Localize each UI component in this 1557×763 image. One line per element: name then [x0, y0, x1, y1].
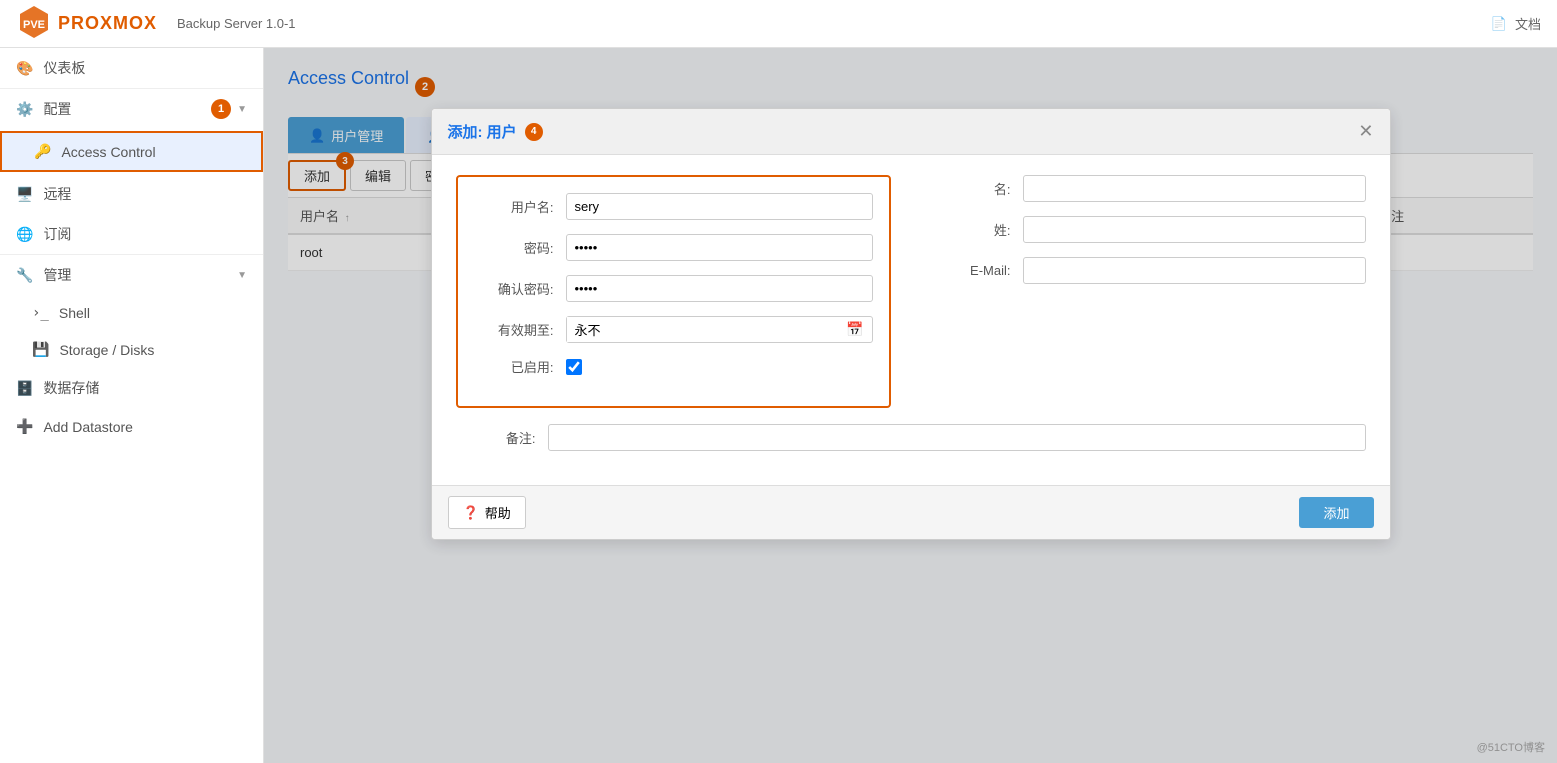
sidebar-label-subscription: 订阅: [43, 224, 71, 244]
note-input[interactable]: [548, 424, 1366, 451]
dialog-footer: ❓ 帮助 添加: [432, 485, 1390, 539]
sidebar-item-shell[interactable]: ›_ Shell: [0, 295, 263, 331]
sidebar-item-access-control[interactable]: 🔑 Access Control: [0, 131, 263, 172]
svg-text:PVE: PVE: [23, 19, 45, 31]
sidebar-label-remote: 远程: [43, 184, 71, 204]
form-row-enabled: 已启用:: [474, 357, 873, 376]
expire-label: 有效期至:: [474, 320, 554, 339]
help-button[interactable]: ❓ 帮助: [448, 496, 526, 529]
storage-icon: 💾: [32, 341, 49, 358]
logo-text: PROXMOX: [58, 13, 157, 34]
config-chevron: ▼: [237, 104, 247, 115]
email-label: E-Mail:: [931, 263, 1011, 278]
config-badge: 1: [211, 99, 231, 119]
dialog-body: 用户名: 密码: 确认密码:: [432, 155, 1390, 485]
form-right: 名: 姓: E-Mail:: [931, 175, 1366, 408]
access-control-icon: 🔑: [34, 143, 51, 160]
username-input[interactable]: [566, 193, 873, 220]
confirm-label: 确认密码:: [474, 279, 554, 298]
sidebar-label-shell: Shell: [59, 305, 90, 321]
data-storage-icon: 🗄️: [16, 380, 33, 397]
sidebar-item-config[interactable]: ⚙️ 配置 1 ▼: [0, 88, 263, 129]
top-bar-left: PVE PROXMOX Backup Server 1.0-1: [16, 6, 296, 42]
top-bar-right: 📄 文档: [1491, 14, 1541, 33]
dialog-header: 添加: 用户 4 ✕: [432, 109, 1390, 155]
main-layout: 🎨 仪表板 ⚙️ 配置 1 ▼ 🔑 Access Control 🖥️ 远程: [0, 48, 1557, 763]
enabled-checkbox[interactable]: [566, 359, 582, 375]
note-label: 备注:: [456, 428, 536, 447]
sidebar-item-add-datastore[interactable]: ➕ Add Datastore: [0, 408, 263, 445]
expire-input-wrapper: 📅: [566, 316, 873, 343]
sidebar-label-config: 配置: [43, 99, 71, 119]
form-row-password: 密码:: [474, 234, 873, 261]
sidebar-item-subscription[interactable]: 🌐 订阅: [0, 214, 263, 254]
content-area: Access Control 2 👤 用户管理 👤 API Token 🔒 权限: [264, 48, 1557, 763]
help-label: 帮助: [485, 503, 511, 522]
calendar-icon[interactable]: 📅: [838, 317, 871, 342]
subscription-icon: 🌐: [16, 226, 33, 243]
dashboard-icon: 🎨: [16, 60, 33, 77]
lastname-input[interactable]: [1023, 216, 1366, 243]
sidebar-label-access-control: Access Control: [61, 144, 155, 160]
admin-chevron: ▼: [237, 270, 247, 281]
proxmox-logo-icon: PVE: [16, 6, 52, 42]
admin-icon: 🔧: [16, 267, 33, 284]
form-row-note: 备注:: [456, 424, 1366, 451]
top-bar: PVE PROXMOX Backup Server 1.0-1 📄 文档: [0, 0, 1557, 48]
sidebar-label-add-datastore: Add Datastore: [43, 419, 133, 435]
enabled-label: 已启用:: [474, 357, 554, 376]
form-row-confirm: 确认密码:: [474, 275, 873, 302]
firstname-label: 名:: [931, 179, 1011, 198]
dialog-close-btn[interactable]: ✕: [1358, 121, 1373, 142]
shell-icon: ›_: [32, 305, 49, 321]
config-icon: ⚙️: [16, 101, 33, 118]
sidebar-item-data-storage[interactable]: 🗄️ 数据存储: [0, 368, 263, 408]
app-container: PVE PROXMOX Backup Server 1.0-1 📄 文档 🎨 仪…: [0, 0, 1557, 763]
remote-icon: 🖥️: [16, 186, 33, 203]
logo: PVE PROXMOX: [16, 6, 157, 42]
add-user-dialog: 添加: 用户 4 ✕ 用户名:: [431, 108, 1391, 540]
password-input[interactable]: [566, 234, 873, 261]
form-row-username: 用户名:: [474, 193, 873, 220]
sidebar: 🎨 仪表板 ⚙️ 配置 1 ▼ 🔑 Access Control 🖥️ 远程: [0, 48, 264, 763]
sidebar-item-remote[interactable]: 🖥️ 远程: [0, 174, 263, 214]
form-row-expire: 有效期至: 📅: [474, 316, 873, 343]
sidebar-item-dashboard[interactable]: 🎨 仪表板: [0, 48, 263, 88]
username-label: 用户名:: [474, 197, 554, 216]
dialog-overlay: 添加: 用户 4 ✕ 用户名:: [264, 48, 1557, 763]
dialog-badge: 4: [525, 123, 543, 141]
sidebar-item-storage-disks[interactable]: 💾 Storage / Disks: [0, 331, 263, 368]
app-title: Backup Server 1.0-1: [177, 16, 296, 31]
dialog-add-button[interactable]: 添加: [1299, 497, 1373, 528]
sidebar-label-admin: 管理: [43, 265, 71, 285]
doc-link[interactable]: 文档: [1515, 14, 1541, 33]
expire-input[interactable]: [567, 317, 839, 342]
help-icon: ❓: [463, 505, 479, 521]
firstname-input[interactable]: [1023, 175, 1366, 202]
password-label: 密码:: [474, 238, 554, 257]
sidebar-label-storage: Storage / Disks: [59, 342, 154, 358]
sidebar-label-dashboard: 仪表板: [43, 58, 85, 78]
form-row-email: E-Mail:: [931, 257, 1366, 284]
form-row-lastname: 姓:: [931, 216, 1366, 243]
email-input[interactable]: [1023, 257, 1366, 284]
doc-icon: 📄: [1491, 16, 1507, 32]
dialog-title: 添加: 用户: [448, 121, 517, 142]
sidebar-label-data-storage: 数据存储: [43, 378, 99, 398]
sidebar-item-admin[interactable]: 🔧 管理 ▼: [0, 254, 263, 295]
lastname-label: 姓:: [931, 220, 1011, 239]
form-row-firstname: 名:: [931, 175, 1366, 202]
form-grid: 用户名: 密码: 确认密码:: [456, 175, 1366, 408]
add-datastore-icon: ➕: [16, 418, 33, 435]
confirm-input[interactable]: [566, 275, 873, 302]
form-left: 用户名: 密码: 确认密码:: [456, 175, 891, 408]
